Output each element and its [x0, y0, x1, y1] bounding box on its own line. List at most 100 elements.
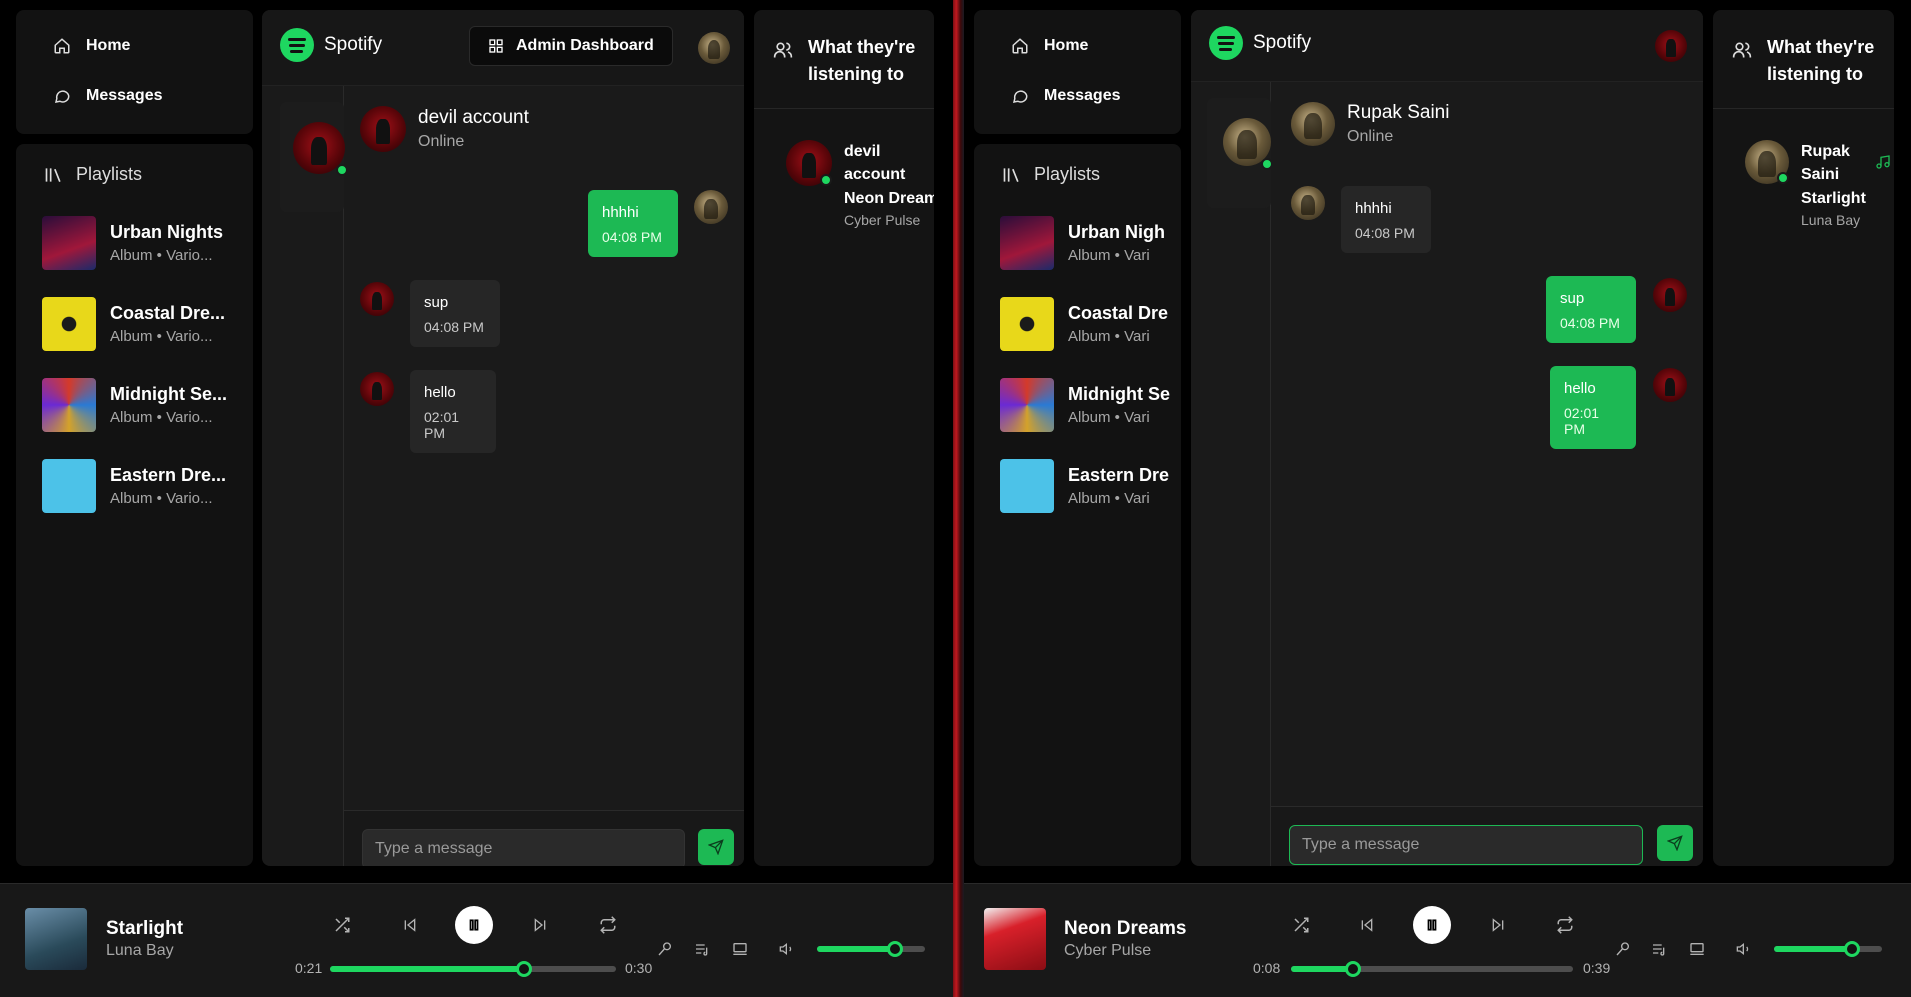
message-avatar [694, 190, 728, 224]
nav-home[interactable]: Home [1010, 36, 1088, 56]
device-button[interactable] [729, 938, 751, 960]
friend-activity-item[interactable]: devil account Neon Dream Cyber Pulse [786, 140, 934, 228]
playlist-title: Midnight Se [1068, 384, 1170, 404]
volume-button[interactable] [776, 938, 798, 960]
send-icon [1667, 835, 1683, 851]
volume-slider[interactable] [1774, 941, 1882, 957]
next-button[interactable] [527, 912, 553, 938]
message-bubble: hhhhi 04:08 PM [588, 190, 678, 257]
previous-button[interactable] [397, 912, 423, 938]
playlist-subtitle: Album • Vario... [110, 328, 213, 345]
progress-handle[interactable] [1345, 961, 1362, 977]
send-button[interactable] [698, 829, 734, 865]
playlist-subtitle: Album • Vari [1068, 328, 1150, 345]
previous-button[interactable] [1354, 912, 1380, 938]
playlist-title: Coastal Dre... [110, 303, 226, 323]
device-button[interactable] [1686, 938, 1708, 960]
volume-handle[interactable] [886, 941, 903, 957]
chat-contact-status: Online [1347, 128, 1394, 145]
playlist-cover [42, 297, 96, 351]
playlist-item[interactable]: Midnight Se Album • Vari [1000, 378, 1175, 432]
online-indicator [1261, 158, 1273, 170]
pause-button[interactable] [455, 906, 493, 944]
message-avatar [1291, 186, 1325, 220]
previous-icon [402, 917, 418, 933]
admin-dashboard-button[interactable]: Admin Dashboard [469, 26, 673, 66]
volume-slider[interactable] [817, 941, 925, 957]
nav-home-label: Home [1044, 37, 1089, 54]
playlists-header[interactable]: Playlists [44, 164, 142, 185]
volume-button[interactable] [1733, 938, 1755, 960]
pause-button[interactable] [1413, 906, 1451, 944]
playlist-cover [1000, 216, 1054, 270]
window-divider [953, 0, 964, 997]
friends-activity-header: What they're listening to [1731, 34, 1887, 88]
library-icon [44, 166, 64, 184]
brand[interactable]: Spotify [1209, 26, 1311, 60]
now-playing-artist[interactable]: Cyber Pulse [1064, 942, 1151, 960]
message-time: 02:01 PM [1564, 405, 1600, 437]
message-input[interactable] [362, 829, 685, 866]
nav-home[interactable]: Home [52, 36, 130, 56]
repeat-button[interactable] [1552, 912, 1578, 938]
message-time: 04:08 PM [1560, 315, 1620, 331]
mic-icon [1615, 941, 1631, 957]
friend-activity-item[interactable]: Rupak Saini Starlight Luna Bay [1745, 140, 1891, 228]
next-button[interactable] [1485, 912, 1511, 938]
shuffle-button[interactable] [1288, 912, 1314, 938]
total-time: 0:30 [625, 960, 653, 976]
lyrics-button[interactable] [1612, 938, 1634, 960]
message-input[interactable] [1289, 825, 1643, 865]
playlist-title: Eastern Dre... [110, 465, 227, 485]
playlist-item[interactable]: Midnight Se... Album • Vario... [42, 378, 242, 432]
friend-info: Rupak Saini Starlight Luna Bay [1801, 140, 1866, 228]
chat-header-avatar [1291, 102, 1335, 146]
playlists-header[interactable]: Playlists [1002, 164, 1100, 185]
chat-topbar: Spotify Admin Dashboard [262, 10, 744, 86]
message-bubble: sup 04:08 PM [410, 280, 500, 347]
nav-panel: Home Messages [974, 10, 1181, 134]
next-icon [1490, 917, 1506, 933]
playlists-panel: Playlists Urban Nights Album • Vario... C… [16, 144, 253, 866]
progress-bar[interactable] [330, 961, 616, 977]
playlist-item[interactable]: Urban Nights Album • Vario... [42, 216, 242, 270]
repeat-button[interactable] [595, 912, 621, 938]
progress-fill [1291, 966, 1354, 972]
send-button[interactable] [1657, 825, 1693, 861]
brand-label: Spotify [324, 34, 383, 55]
now-playing-title[interactable]: Starlight [106, 918, 183, 940]
playlist-item[interactable]: Eastern Dre Album • Vari [1000, 459, 1175, 513]
queue-button[interactable] [1648, 938, 1670, 960]
nav-messages[interactable]: Messages [1010, 86, 1121, 106]
message-text: sup [424, 294, 449, 311]
playlist-title: Eastern Dre [1068, 465, 1170, 485]
user-avatar[interactable] [1655, 30, 1687, 62]
playlist-item[interactable]: Coastal Dre... Album • Vario... [42, 297, 242, 351]
playlist-item[interactable]: Urban Nigh Album • Vari [1000, 216, 1175, 270]
pause-icon [1425, 918, 1439, 932]
brand[interactable]: Spotify [280, 28, 382, 62]
progress-bar[interactable] [1291, 961, 1573, 977]
friends-activity-panel: What they're listening to Rupak Saini St… [1713, 10, 1894, 866]
lyrics-button[interactable] [654, 938, 676, 960]
nav-messages[interactable]: Messages [52, 86, 163, 106]
chat-header: Rupak Saini Online [1347, 102, 1449, 146]
playlist-item[interactable]: Eastern Dre... Album • Vario... [42, 459, 242, 513]
playlist-item[interactable]: Coastal Dre Album • Vari [1000, 297, 1175, 351]
playlists-label: Playlists [76, 164, 143, 184]
now-playing-title[interactable]: Neon Dreams [1064, 918, 1187, 940]
shuffle-button[interactable] [329, 912, 355, 938]
grid-icon [488, 38, 504, 54]
queue-button[interactable] [691, 938, 713, 960]
users-icon [1731, 40, 1753, 60]
playlist-subtitle: Album • Vari [1068, 247, 1150, 264]
friends-activity-header: What they're listening to [772, 34, 928, 88]
progress-handle[interactable] [516, 961, 533, 977]
contact-item[interactable] [1207, 98, 1273, 208]
message-bubble: hello 02:01 PM [1550, 366, 1636, 449]
contact-item[interactable] [280, 102, 348, 212]
user-avatar[interactable] [698, 32, 730, 64]
admin-dashboard-label: Admin Dashboard [516, 37, 654, 54]
volume-handle[interactable] [1843, 941, 1860, 957]
now-playing-artist[interactable]: Luna Bay [106, 942, 174, 960]
